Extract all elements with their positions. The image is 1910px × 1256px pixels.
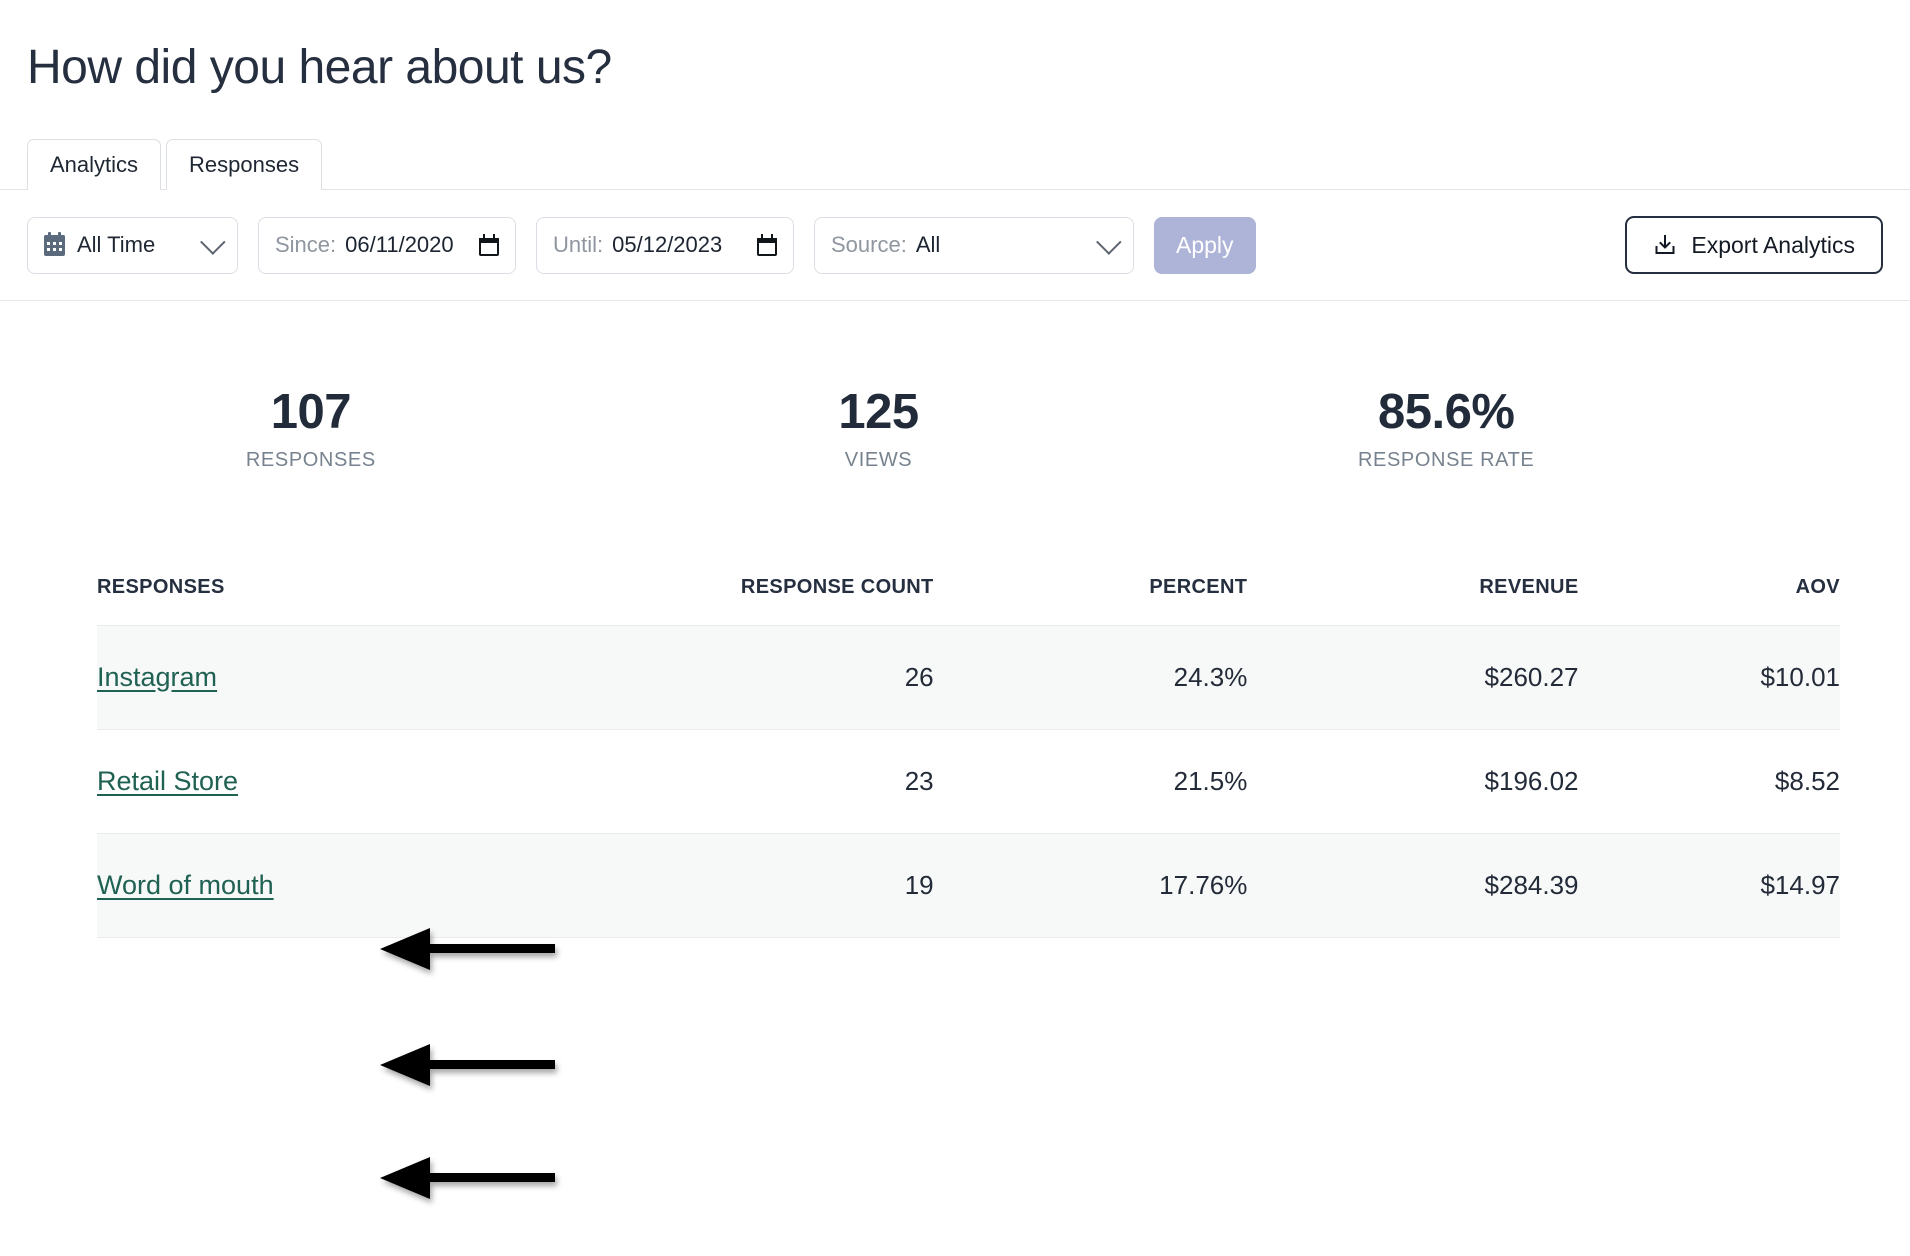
stat-views: 125 VIEWS [595, 385, 1163, 471]
table-head: RESPONSES RESPONSE COUNT PERCENT REVENUE… [97, 576, 1840, 626]
until-date-input[interactable]: Until: 05/12/2023 [536, 216, 794, 274]
analytics-table-wrapper: RESPONSES RESPONSE COUNT PERCENT REVENUE… [0, 576, 1910, 938]
stat-response-rate-value: 85.6% [1377, 385, 1515, 440]
table-cell-count: 23 [904, 765, 934, 796]
response-link-retail-store[interactable]: Retail Store [97, 766, 238, 796]
column-header-responses: RESPONSES [97, 575, 225, 598]
response-link-word-of-mouth[interactable]: Word of mouth [97, 870, 274, 900]
table-cell-response: Word of mouth [97, 833, 585, 937]
table-header-row: RESPONSES RESPONSE COUNT PERCENT REVENUE… [97, 576, 1840, 626]
calendar-icon [44, 231, 65, 256]
table-cell-revenue: $284.39 [1484, 869, 1579, 900]
export-analytics-label: Export Analytics [1691, 231, 1855, 258]
filter-toolbar: All Time Since: 06/11/2020 Until: 05/12/… [0, 190, 1910, 302]
analytics-table: RESPONSES RESPONSE COUNT PERCENT REVENUE… [97, 576, 1840, 938]
export-analytics-button[interactable]: Export Analytics [1625, 216, 1883, 275]
table-cell-response: Retail Store [97, 729, 585, 833]
since-date-input[interactable]: Since: 06/11/2020 [258, 216, 516, 274]
since-label: Since: [275, 232, 337, 258]
source-value: All [915, 232, 941, 258]
table-cell-revenue: $196.02 [1484, 765, 1579, 796]
annotation-arrow [380, 1157, 555, 1199]
summary-stats: 107 RESPONSES 125 VIEWS 85.6% RESPONSE R… [0, 301, 1910, 471]
stat-responses: 107 RESPONSES [27, 385, 595, 471]
response-link-instagram[interactable]: Instagram [97, 662, 217, 692]
tab-responses-label: Responses [189, 152, 300, 178]
table-row[interactable]: Word of mouth 19 17.76% $284.39 $14.97 [97, 833, 1840, 938]
column-header-revenue: REVENUE [1479, 575, 1579, 598]
source-label: Source: [831, 232, 907, 258]
tab-responses[interactable]: Responses [166, 139, 323, 191]
table-cell-aov: $10.01 [1760, 661, 1840, 692]
source-select[interactable]: Source: All [814, 216, 1134, 274]
calendar-picker-icon[interactable] [757, 234, 777, 257]
table-cell-aov: $14.97 [1760, 869, 1840, 900]
chevron-down-icon [1096, 229, 1122, 256]
stat-response-rate-label: RESPONSE RATE [1358, 448, 1535, 471]
tab-analytics-label: Analytics [50, 152, 139, 178]
stat-views-label: VIEWS [844, 448, 913, 471]
table-cell-percent: 21.5% [1173, 765, 1248, 796]
stat-views-value: 125 [838, 385, 919, 440]
table-cell-percent: 24.3% [1173, 661, 1248, 692]
table-cell-response: Instagram [97, 625, 585, 729]
until-label: Until: [553, 232, 604, 258]
until-value: 05/12/2023 [612, 232, 723, 258]
stat-response-rate: 85.6% RESPONSE RATE [1162, 385, 1730, 471]
chevron-down-icon [200, 229, 226, 256]
table-cell-count: 26 [904, 661, 934, 692]
table-cell-revenue: $260.27 [1484, 661, 1579, 692]
table-cell-percent: 17.76% [1159, 869, 1248, 900]
column-header-aov: AOV [1795, 575, 1840, 598]
since-value: 06/11/2020 [345, 232, 454, 258]
apply-button[interactable]: Apply [1154, 216, 1256, 274]
table-cell-count: 19 [904, 869, 934, 900]
annotation-arrow [380, 1044, 555, 1086]
table-row[interactable]: Instagram 26 24.3% $260.27 $10.01 [97, 625, 1840, 730]
table-body: Instagram 26 24.3% $260.27 $10.01 Retail… [97, 625, 1840, 938]
table-row[interactable]: Retail Store 23 21.5% $196.02 $8.52 [97, 729, 1840, 833]
stat-responses-value: 107 [270, 385, 352, 440]
download-icon [1653, 233, 1677, 257]
column-header-percent: PERCENT [1149, 575, 1248, 598]
calendar-picker-icon[interactable] [479, 234, 499, 257]
tab-analytics[interactable]: Analytics [27, 139, 162, 192]
tab-bar: Analytics Responses [0, 139, 1910, 192]
stat-responses-label: RESPONSES [245, 448, 376, 471]
date-range-preset-value: All Time [77, 232, 156, 258]
column-header-response-count: RESPONSE COUNT [740, 575, 934, 598]
table-cell-aov: $8.52 [1774, 765, 1840, 796]
page-title: How did you hear about us? [27, 41, 612, 94]
date-range-preset-select[interactable]: All Time [27, 216, 238, 274]
